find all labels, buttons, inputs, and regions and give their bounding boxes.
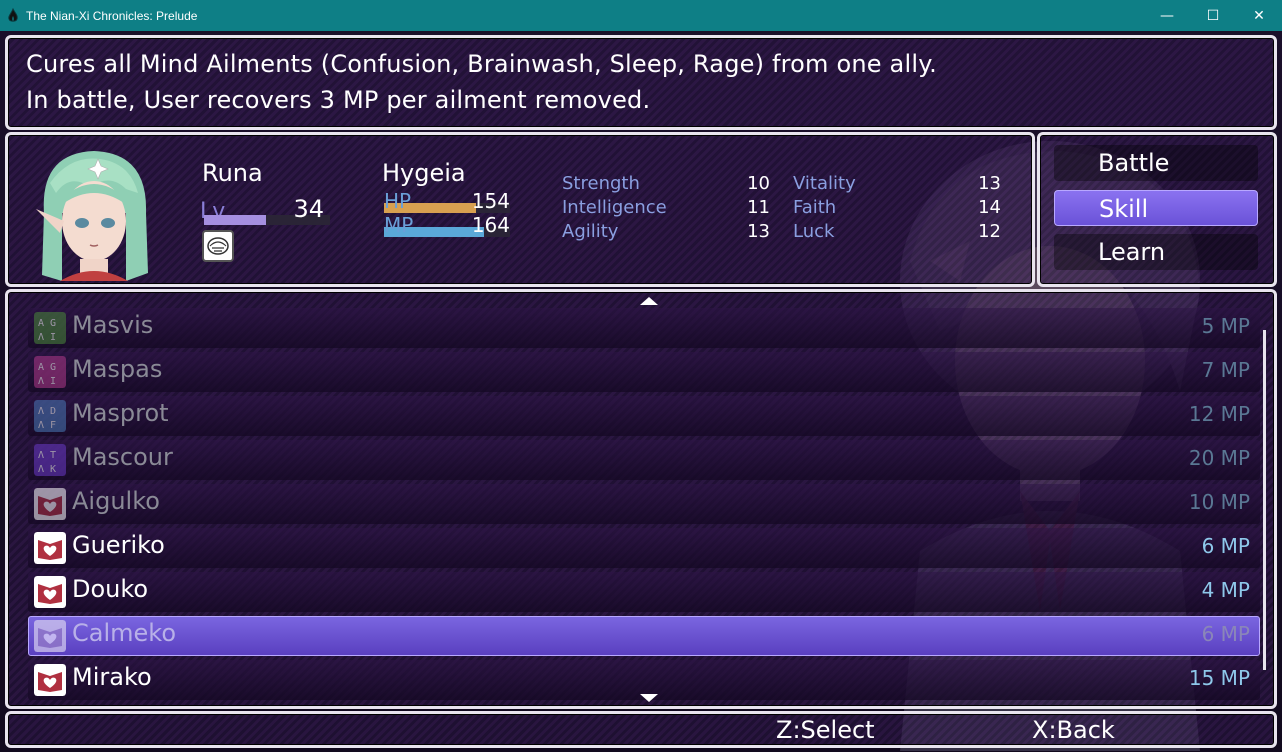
skill-row-selected[interactable]: Calmeko 6 MP bbox=[28, 616, 1260, 656]
skill-name: Calmeko bbox=[72, 619, 177, 647]
command-learn[interactable]: Learn bbox=[1054, 234, 1258, 270]
skill-cost: 7 MP bbox=[1201, 358, 1250, 382]
maximize-button[interactable]: ☐ bbox=[1190, 0, 1236, 31]
command-battle[interactable]: Battle bbox=[1054, 145, 1258, 181]
skill-cost: 6 MP bbox=[1201, 622, 1250, 646]
help-window: Cures all Mind Ailments (Confusion, Brai… bbox=[5, 35, 1277, 130]
skill-row[interactable]: Aigulko 10 MP bbox=[28, 484, 1260, 524]
param-name-luck: Luck bbox=[793, 221, 835, 242]
agi-up-icon: A G Λ I bbox=[34, 312, 66, 344]
skill-row[interactable]: Douko 4 MP bbox=[28, 572, 1260, 612]
skill-row[interactable]: A G Λ I Maspas 7 MP bbox=[28, 352, 1260, 392]
actor-status-window: Runa Lv 34 Hygeia HP 154 MP 164 Strength… bbox=[5, 132, 1035, 287]
skill-name: Aigulko bbox=[72, 487, 160, 515]
skill-row-background bbox=[28, 528, 1260, 568]
skill-name: Douko bbox=[72, 575, 149, 603]
skill-row[interactable]: Λ T Λ K Mascour 20 MP bbox=[28, 440, 1260, 480]
skill-name: Mirako bbox=[72, 663, 152, 691]
skill-row[interactable]: Λ D Λ F Masprot 12 MP bbox=[28, 396, 1260, 436]
minimize-button[interactable]: — bbox=[1144, 0, 1190, 31]
heart-book-icon bbox=[34, 488, 66, 520]
skill-type-command-window: Battle Skill Learn bbox=[1037, 132, 1277, 287]
hp-label: HP bbox=[384, 189, 412, 213]
agi-down-icon: A G Λ I bbox=[34, 356, 66, 388]
param-value-agility: 13 bbox=[747, 221, 770, 242]
window-titlebar: The Nian-Xi Chronicles: Prelude — ☐ ✕ bbox=[0, 0, 1282, 31]
actor-class: Hygeia bbox=[382, 159, 466, 187]
skill-name: Mascour bbox=[72, 443, 173, 471]
skill-cost: 20 MP bbox=[1188, 446, 1250, 470]
svg-text:Λ K: Λ K bbox=[38, 464, 56, 475]
skill-cost: 6 MP bbox=[1201, 534, 1250, 558]
svg-text:Λ F: Λ F bbox=[38, 420, 56, 431]
close-icon: ✕ bbox=[1253, 7, 1265, 24]
skill-cost: 10 MP bbox=[1188, 490, 1250, 514]
select-hint[interactable]: Z:Select bbox=[776, 716, 875, 744]
param-name-agility: Agility bbox=[562, 221, 619, 242]
back-hint[interactable]: X:Back bbox=[1032, 716, 1115, 744]
heart-book-icon bbox=[34, 532, 66, 564]
skill-cost: 15 MP bbox=[1188, 666, 1250, 690]
param-name-intelligence: Intelligence bbox=[562, 197, 667, 218]
help-text-line-2: In battle, User recovers 3 MP per ailmen… bbox=[26, 86, 651, 114]
buff-state-icon bbox=[202, 230, 234, 262]
skill-row[interactable]: Gueriko 6 MP bbox=[28, 528, 1260, 568]
param-value-vitality: 13 bbox=[978, 173, 1001, 194]
skill-cost: 4 MP bbox=[1201, 578, 1250, 602]
scrollbar[interactable] bbox=[1263, 330, 1266, 670]
skill-cost: 5 MP bbox=[1201, 314, 1250, 338]
skill-name: Masvis bbox=[72, 311, 154, 339]
param-name-vitality: Vitality bbox=[793, 173, 856, 194]
scroll-up-arrow-icon[interactable] bbox=[640, 297, 658, 305]
selection-cursor bbox=[28, 616, 1260, 656]
skill-list-window: A G Λ I Masvis 5 MP A G Λ I Maspas 7 MP Λ … bbox=[5, 289, 1277, 709]
atk-up-icon: Λ T Λ K bbox=[34, 444, 66, 476]
maximize-icon: ☐ bbox=[1206, 7, 1220, 24]
skill-name: Maspas bbox=[72, 355, 163, 383]
skill-cost: 12 MP bbox=[1188, 402, 1250, 426]
command-skill[interactable]: Skill bbox=[1054, 190, 1258, 226]
level-value: 34 bbox=[293, 195, 324, 223]
shield-state-icon bbox=[207, 237, 229, 255]
game-screen: Cures all Mind Ailments (Confusion, Brai… bbox=[0, 31, 1282, 752]
def-up-icon: Λ D Λ F bbox=[34, 400, 66, 432]
window-title: The Nian-Xi Chronicles: Prelude bbox=[26, 8, 198, 23]
skill-row-background bbox=[28, 484, 1260, 524]
scroll-down-arrow-icon[interactable] bbox=[640, 694, 658, 702]
button-hint-window: Z:Select X:Back bbox=[5, 711, 1277, 748]
mp-value: 164 bbox=[471, 213, 510, 237]
svg-text:Λ T: Λ T bbox=[38, 450, 56, 461]
skill-row-background bbox=[28, 352, 1260, 392]
svg-text:A G: A G bbox=[38, 362, 56, 373]
param-name-faith: Faith bbox=[793, 197, 837, 218]
minimize-icon: — bbox=[1160, 7, 1174, 24]
svg-text:Λ I: Λ I bbox=[38, 376, 56, 387]
hp-value: 154 bbox=[471, 189, 510, 213]
mp-label: MP bbox=[384, 213, 414, 237]
skill-row-background bbox=[28, 440, 1260, 480]
skill-name: Masprot bbox=[72, 399, 169, 427]
param-value-luck: 12 bbox=[978, 221, 1001, 242]
skill-name: Gueriko bbox=[72, 531, 165, 559]
heart-book-icon bbox=[34, 620, 66, 652]
svg-text:Λ D: Λ D bbox=[38, 406, 56, 417]
level-progress-bar bbox=[204, 215, 266, 225]
close-button[interactable]: ✕ bbox=[1236, 0, 1282, 31]
actor-face-portrait bbox=[36, 151, 148, 281]
heart-book-icon bbox=[34, 664, 66, 696]
skill-row-background bbox=[28, 572, 1260, 612]
skill-row[interactable]: A G Λ I Masvis 5 MP bbox=[28, 308, 1260, 348]
skill-row-background bbox=[28, 396, 1260, 436]
actor-name: Runa bbox=[202, 159, 263, 187]
param-name-strength: Strength bbox=[562, 173, 640, 194]
app-flame-icon bbox=[8, 7, 18, 22]
svg-text:A G: A G bbox=[38, 318, 56, 329]
param-value-strength: 10 bbox=[747, 173, 770, 194]
skill-row-background bbox=[28, 308, 1260, 348]
help-text-line-1: Cures all Mind Ailments (Confusion, Brai… bbox=[26, 50, 938, 78]
param-value-intelligence: 11 bbox=[747, 197, 770, 218]
param-value-faith: 14 bbox=[978, 197, 1001, 218]
heart-book-icon bbox=[34, 576, 66, 608]
svg-text:Λ I: Λ I bbox=[38, 332, 56, 343]
